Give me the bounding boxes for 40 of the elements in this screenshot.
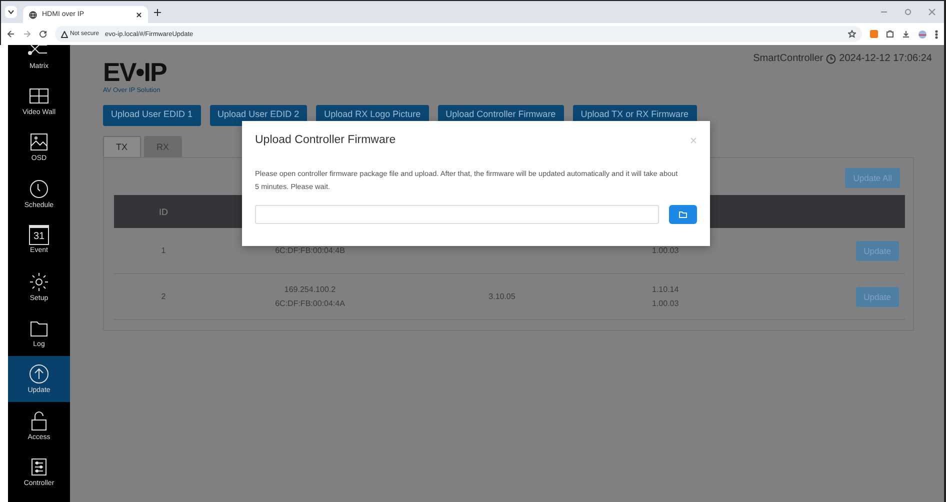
- puzzle-icon: [886, 30, 894, 38]
- dialog-title: Upload Controller Firmware: [255, 134, 396, 146]
- tab-list-button[interactable]: [5, 6, 17, 18]
- table-cell: 1.00.03: [652, 299, 679, 308]
- table-cell: 169.254.100.2: [284, 285, 336, 294]
- table-cell: 1.10.14: [652, 285, 679, 294]
- date-time: 2024-12-12 17:06:24: [839, 53, 932, 64]
- star-icon: [848, 30, 856, 38]
- warning-icon: [61, 30, 68, 38]
- calendar-icon: 31: [29, 225, 49, 246]
- profile-icon: [918, 30, 927, 38]
- logo: EV•IP: [103, 59, 166, 85]
- clock-icon: [826, 54, 836, 64]
- file-path-field[interactable]: [255, 205, 659, 224]
- restore-icon: [904, 8, 912, 16]
- close-icon: [928, 8, 936, 16]
- table-cell: 6C:DF:FB:00:04:4A: [275, 299, 345, 308]
- table-cell: 6C:DF:FB:00:04:4B: [275, 246, 345, 255]
- folder-icon: [679, 211, 687, 218]
- extension-icon: [870, 30, 878, 38]
- tab[interactable]: TX: [103, 136, 141, 157]
- download-icon: [902, 30, 910, 38]
- table-cell: 3.10.05: [488, 292, 516, 301]
- menu-icon: [935, 30, 938, 38]
- table-cell: 1.00.03: [652, 246, 679, 255]
- table-cell: 2: [161, 292, 166, 301]
- back-icon: [7, 30, 15, 38]
- upload-button[interactable]: Upload User EDID 1: [103, 105, 201, 126]
- globe-icon: [29, 10, 37, 18]
- column-header: ID: [158, 206, 169, 216]
- browse-button[interactable]: [669, 205, 697, 224]
- table-cell: 1: [161, 246, 166, 255]
- reload-icon: [39, 30, 47, 38]
- controller-name: SmartController: [753, 53, 824, 64]
- clock-icon: [27, 178, 51, 200]
- close-icon: [136, 12, 142, 18]
- upload-icon: [27, 363, 51, 386]
- chevron-down-icon: [8, 10, 14, 14]
- new-tab-icon: [154, 8, 161, 16]
- forward-icon: [23, 30, 31, 38]
